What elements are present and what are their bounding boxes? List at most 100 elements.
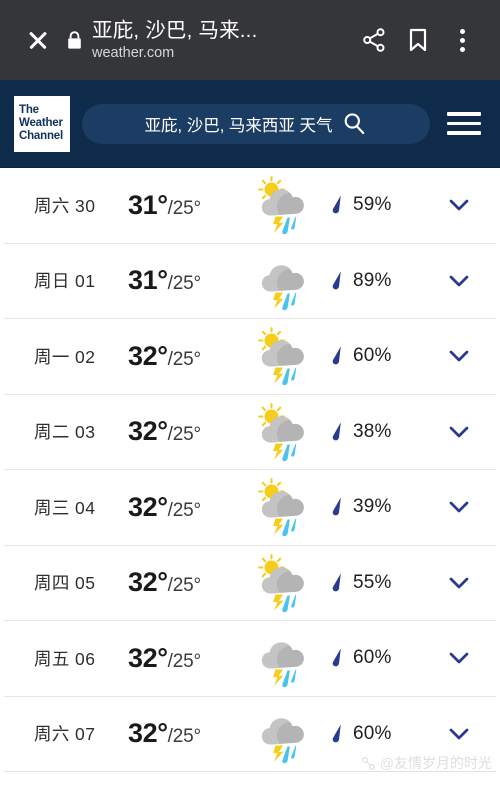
rain-part <box>282 745 297 763</box>
search-icon[interactable] <box>342 111 367 136</box>
forecast-condition <box>246 476 324 538</box>
rain-part <box>282 443 297 461</box>
lightning-part <box>273 367 284 384</box>
forecast-day-label: 周四 05 <box>34 573 96 594</box>
daily-forecast-list: 周六 30 31° /25° 59% 周日 01 31° /25° 89% 周一… <box>0 168 500 772</box>
forecast-condition <box>246 552 324 614</box>
raindrop-icon <box>332 648 341 667</box>
weather-condition-icon <box>258 327 304 386</box>
page-title: 亚庇, 沙巴, 马来... <box>92 18 258 42</box>
expand-row-button[interactable] <box>428 341 490 371</box>
forecast-row[interactable]: 周二 03 32° /25° 38% <box>4 395 496 470</box>
forecast-day-label: 周三 04 <box>34 497 96 518</box>
precipitation-value: 89% <box>353 269 392 291</box>
more-vertical-icon <box>459 28 465 52</box>
chevron-down-icon[interactable] <box>444 492 474 522</box>
forecast-precipitation: 60% <box>324 647 428 669</box>
forecast-day-label: 周一 02 <box>34 346 96 367</box>
cloud-part <box>261 265 304 292</box>
temperature-low: /25° <box>167 424 201 446</box>
expand-row-button[interactable] <box>428 719 490 749</box>
precipitation-value: 60% <box>353 345 392 367</box>
forecast-precipitation: 89% <box>324 270 428 292</box>
browser-menu-button[interactable] <box>440 18 484 62</box>
bookmark-button[interactable] <box>396 18 440 62</box>
chevron-down-icon[interactable] <box>444 266 474 296</box>
precipitation-value: 59% <box>353 194 392 216</box>
precipitation-value: 60% <box>353 647 392 669</box>
temperature-high: 32° <box>128 491 168 522</box>
forecast-row[interactable]: 周三 04 32° /25° 39% <box>4 470 496 546</box>
chevron-down-icon[interactable] <box>444 719 474 749</box>
lightning-part <box>273 292 284 309</box>
temperature-high: 32° <box>128 642 168 673</box>
cloud-part <box>261 718 304 745</box>
url-bar[interactable]: 亚庇, 沙巴, 马来... weather.com <box>60 18 352 63</box>
weather-condition-icon <box>258 176 304 235</box>
raindrop-icon <box>332 724 341 743</box>
expand-row-button[interactable] <box>428 492 490 522</box>
chevron-down-icon[interactable] <box>444 190 474 220</box>
raindrop-icon <box>332 422 341 441</box>
temperature-low: /25° <box>167 273 201 295</box>
share-icon <box>363 28 385 52</box>
chevron-down-icon[interactable] <box>444 417 474 447</box>
close-tab-button[interactable] <box>16 18 60 62</box>
app-root: 亚庇, 沙巴, 马来... weather.com The Weather Ch… <box>0 0 500 787</box>
expand-row-button[interactable] <box>428 417 490 447</box>
raindrop-icon <box>332 271 341 290</box>
forecast-row[interactable]: 周六 30 31° /25° 59% <box>4 168 496 244</box>
forecast-row[interactable]: 周一 02 32° /25° 60% <box>4 319 496 395</box>
temperature-low: /25° <box>167 575 201 597</box>
expand-row-button[interactable] <box>428 568 490 598</box>
expand-row-button[interactable] <box>428 190 490 220</box>
lock-icon <box>68 30 81 49</box>
forecast-condition <box>246 325 324 387</box>
weather-condition-icon <box>258 553 304 612</box>
temperature-low: /25° <box>167 499 201 521</box>
forecast-temperature: 32° /25° <box>128 567 246 598</box>
lightning-part <box>273 216 284 233</box>
temperature-low: /25° <box>167 726 201 748</box>
weather-condition-icon <box>261 265 304 310</box>
forecast-precipitation: 60% <box>324 345 428 367</box>
chevron-down-icon[interactable] <box>444 643 474 673</box>
lightning-part <box>273 594 284 611</box>
forecast-condition <box>246 627 324 689</box>
forecast-temperature: 32° /25° <box>128 718 246 749</box>
share-button[interactable] <box>352 18 396 62</box>
lightning-part <box>273 443 284 460</box>
rain-part <box>282 670 297 688</box>
temperature-high: 32° <box>128 718 168 749</box>
forecast-row[interactable]: 周六 07 32° /25° 60% <box>4 697 496 772</box>
forecast-day-label: 周六 30 <box>34 195 96 216</box>
lightning-part <box>273 518 284 535</box>
logo-line-3: Channel <box>19 130 63 143</box>
forecast-temperature: 31° /25° <box>128 190 246 221</box>
search-input[interactable]: 亚庇, 沙巴, 马来西亚 天气 <box>82 103 430 144</box>
forecast-precipitation: 39% <box>324 496 428 518</box>
precipitation-value: 38% <box>353 420 392 442</box>
temperature-high: 31° <box>128 265 168 296</box>
weather-condition-icon <box>261 642 304 688</box>
forecast-row[interactable]: 周日 01 31° /25° 89% <box>4 244 496 319</box>
weather-condition-icon <box>258 402 304 461</box>
expand-row-button[interactable] <box>428 266 490 296</box>
weather-channel-logo[interactable]: The Weather Channel <box>14 95 70 152</box>
forecast-day-label: 周五 06 <box>34 648 96 669</box>
forecast-condition <box>246 703 324 765</box>
raindrop-icon <box>332 497 341 516</box>
search-query-text: 亚庇, 沙巴, 马来西亚 天气 <box>144 116 333 135</box>
weather-condition-icon <box>258 478 304 537</box>
lightning-part <box>273 745 284 762</box>
hamburger-menu-icon[interactable] <box>442 102 486 146</box>
chevron-down-icon[interactable] <box>444 341 474 371</box>
forecast-day-label: 周日 01 <box>34 271 96 292</box>
chevron-down-icon[interactable] <box>444 568 474 598</box>
forecast-precipitation: 59% <box>324 194 428 216</box>
expand-row-button[interactable] <box>428 643 490 673</box>
forecast-row[interactable]: 周四 05 32° /25° 55% <box>4 546 496 621</box>
forecast-row[interactable]: 周五 06 32° /25° 60% <box>4 621 496 697</box>
temperature-high: 32° <box>128 340 168 371</box>
logo-line-1: The <box>19 103 39 116</box>
